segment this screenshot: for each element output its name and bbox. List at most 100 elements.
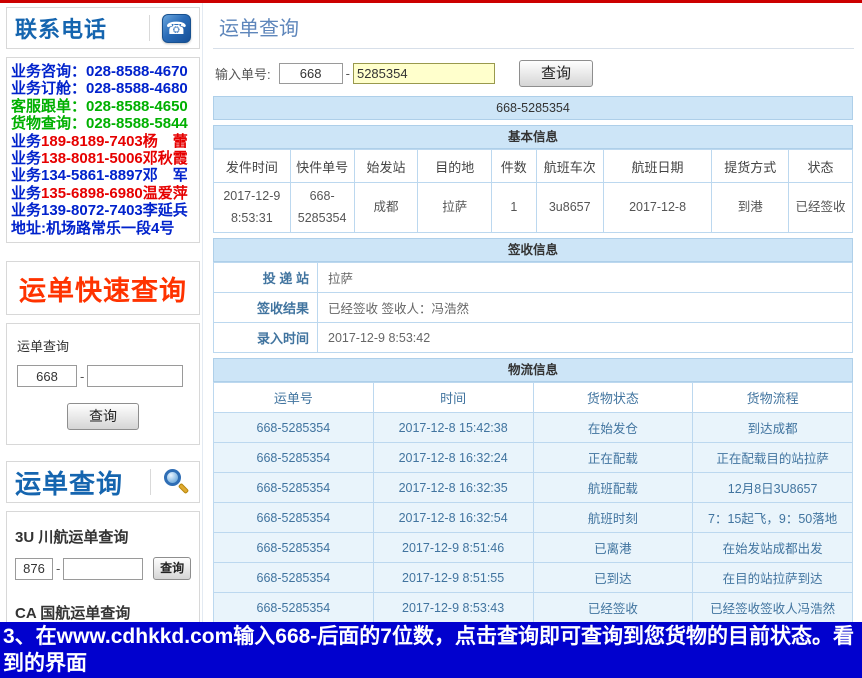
basic-info-cell: 2017-12-9 8:53:31 [214, 183, 291, 233]
sign-info-section-title: 签收信息 [213, 238, 853, 262]
main-query-button[interactable]: 查询 [519, 60, 593, 87]
logistics-cell: 2017-12-8 16:32:54 [373, 503, 533, 533]
basic-info-cell: 1 [491, 183, 536, 233]
logistics-cell: 在始发站成都出发 [693, 533, 853, 563]
phone-line: 业务139-8072-7403李延兵 [11, 202, 197, 219]
phone-line: 业务138-8081-5006邓秋霞 [11, 150, 197, 167]
phone-segment: 业务 [11, 133, 41, 150]
main-content: 运单查询 输入单号: - 查询 668-5285354 基本信息 发件时间快件单… [202, 3, 862, 623]
waybill-query-form: 输入单号: - 查询 [215, 60, 854, 87]
basic-info-header-cell: 发件时间 [214, 150, 291, 183]
basic-info-header-cell: 目的地 [418, 150, 491, 183]
waybill-prefix-input[interactable] [279, 63, 343, 84]
logistics-row: 668-52853542017-12-8 16:32:54航班时刻7：15起飞，… [214, 503, 853, 533]
logistics-cell: 2017-12-8 15:42:38 [373, 413, 533, 443]
sichuan-air-query-button[interactable]: 查询 [153, 557, 191, 580]
logistics-header-cell: 货物状态 [533, 383, 693, 413]
phone-segment: 业务咨询：028-8588-4670 [11, 63, 188, 80]
magnifier-icon [163, 468, 191, 496]
logistics-cell: 668-5285354 [214, 443, 374, 473]
phone-segment: 业务134-5861-8897邓 军 [11, 167, 188, 184]
logistics-cell: 668-5285354 [214, 413, 374, 443]
phone-segment: 地址:机场路常乐一段4号 [11, 220, 174, 237]
sign-info-row: 投 递 站拉萨 [214, 263, 853, 293]
basic-info-cell: 成都 [354, 183, 418, 233]
logistics-row: 668-52853542017-12-9 8:51:46已离港在始发站成都出发 [214, 533, 853, 563]
phone-segment: 货物查询：028-8588-5844 [11, 115, 188, 132]
basic-info-header-cell: 始发站 [354, 150, 418, 183]
logistics-cell: 12月8日3U8657 [693, 473, 853, 503]
sign-info-row: 录入时间2017-12-9 8:53:42 [214, 323, 853, 353]
logistics-table: 运单号时间货物状态货物流程 668-52853542017-12-8 15:42… [213, 382, 853, 623]
dash-separator: - [346, 66, 350, 81]
logistics-cell: 已到达 [533, 563, 693, 593]
phone-segment: 135-6898-6980温爱萍 [41, 185, 188, 202]
basic-info-cell: 已经签收 [789, 183, 853, 233]
phone-segment: 业务 [11, 150, 41, 167]
basic-info-cell: 到港 [712, 183, 789, 233]
query-input-label: 输入单号: [215, 64, 271, 83]
phone-line: 客服跟单：028-8588-4650 [11, 98, 197, 115]
logistics-header-cell: 时间 [373, 383, 533, 413]
logistics-cell: 正在配载目的站拉萨 [693, 443, 853, 473]
sign-info-value: 拉萨 [318, 263, 853, 293]
logistics-header-cell: 运单号 [214, 383, 374, 413]
contact-header-title: 联系电话 [15, 12, 107, 44]
phone-segment: 138-8081-5006邓秋霞 [41, 150, 188, 167]
phone-segment: 客服跟单：028-8588-4650 [11, 98, 188, 115]
phone-line: 地址:机场路常乐一段4号 [11, 220, 197, 237]
basic-info-section-title: 基本信息 [213, 125, 853, 149]
logistics-cell: 668-5285354 [214, 533, 374, 563]
instruction-banner: 3、在www.cdhkkd.com输入668-后面的7位数，点击查询即可查询到您… [0, 622, 862, 678]
phone-list: 业务咨询：028-8588-4670业务订舱：028-8588-4680客服跟单… [6, 57, 200, 243]
basic-info-header-cell: 航班日期 [603, 150, 712, 183]
basic-info-header-cell: 提货方式 [712, 150, 789, 183]
sidebar: 联系电话 ☎ 业务咨询：028-8588-4670业务订舱：028-8588-4… [0, 3, 202, 678]
phone-line: 业务134-5861-8897邓 军 [11, 167, 197, 184]
sidebar-number-input[interactable] [87, 365, 183, 387]
logistics-row: 668-52853542017-12-8 15:42:38在始发仓到达成都 [214, 413, 853, 443]
logistics-cell: 668-5285354 [214, 593, 374, 623]
phone-line: 业务135-6898-6980温爱萍 [11, 185, 197, 202]
logistics-cell: 7：15起飞，9：50落地 [693, 503, 853, 533]
logistics-cell: 在目的站拉萨到达 [693, 563, 853, 593]
header-divider [150, 469, 151, 495]
sign-info-label: 投 递 站 [214, 263, 318, 293]
basic-info-header-cell: 状态 [789, 150, 853, 183]
waybill-number-input[interactable] [353, 63, 495, 84]
phone-segment: 业务 [11, 185, 41, 202]
basic-info-header-cell: 快件单号 [290, 150, 354, 183]
logistics-cell: 2017-12-9 8:51:46 [373, 533, 533, 563]
basic-info-cell: 拉萨 [418, 183, 491, 233]
sidebar-query-button[interactable]: 查询 [67, 403, 139, 430]
basic-info-table: 发件时间快件单号始发站目的地件数航班车次航班日期提货方式状态 2017-12-9… [213, 149, 853, 233]
phone-line: 业务189-8189-7403杨 蕾 [11, 133, 197, 150]
logistics-cell: 668-5285354 [214, 473, 374, 503]
logistics-cell: 航班时刻 [533, 503, 693, 533]
logistics-cell: 2017-12-9 8:53:43 [373, 593, 533, 623]
basic-info-header-cell: 航班车次 [536, 150, 603, 183]
logistics-cell: 到达成都 [693, 413, 853, 443]
logistics-cell: 已离港 [533, 533, 693, 563]
logistics-row: 668-52853542017-12-9 8:53:43已经签收已经签收签收人冯… [214, 593, 853, 623]
sichuan-air-prefix-input[interactable] [15, 558, 53, 580]
logistics-header-cell: 货物流程 [693, 383, 853, 413]
result-title-bar: 668-5285354 [213, 96, 853, 120]
logistics-cell: 正在配载 [533, 443, 693, 473]
header-divider [149, 15, 150, 41]
phone-segment: 业务订舱：028-8588-4680 [11, 80, 188, 97]
logistics-section-title: 物流信息 [213, 358, 853, 382]
logistics-cell: 在始发仓 [533, 413, 693, 443]
logistics-cell: 2017-12-8 16:32:24 [373, 443, 533, 473]
sidebar-prefix-input[interactable] [17, 365, 77, 387]
china-air-query-label: CA 国航运单查询 [15, 602, 191, 623]
sign-info-label: 签收结果 [214, 293, 318, 323]
phone-line: 货物查询：028-8588-5844 [11, 115, 197, 132]
page: 联系电话 ☎ 业务咨询：028-8588-4670业务订舱：028-8588-4… [0, 0, 862, 678]
sichuan-air-number-input[interactable] [63, 558, 143, 580]
logistics-cell: 已经签收 [533, 593, 693, 623]
basic-info-cell: 2017-12-8 [603, 183, 712, 233]
logistics-cell: 航班配载 [533, 473, 693, 503]
quick-query-banner-box: 运单快速查询 [6, 261, 200, 315]
sidebar-query-title: 运单查询 [17, 336, 189, 355]
